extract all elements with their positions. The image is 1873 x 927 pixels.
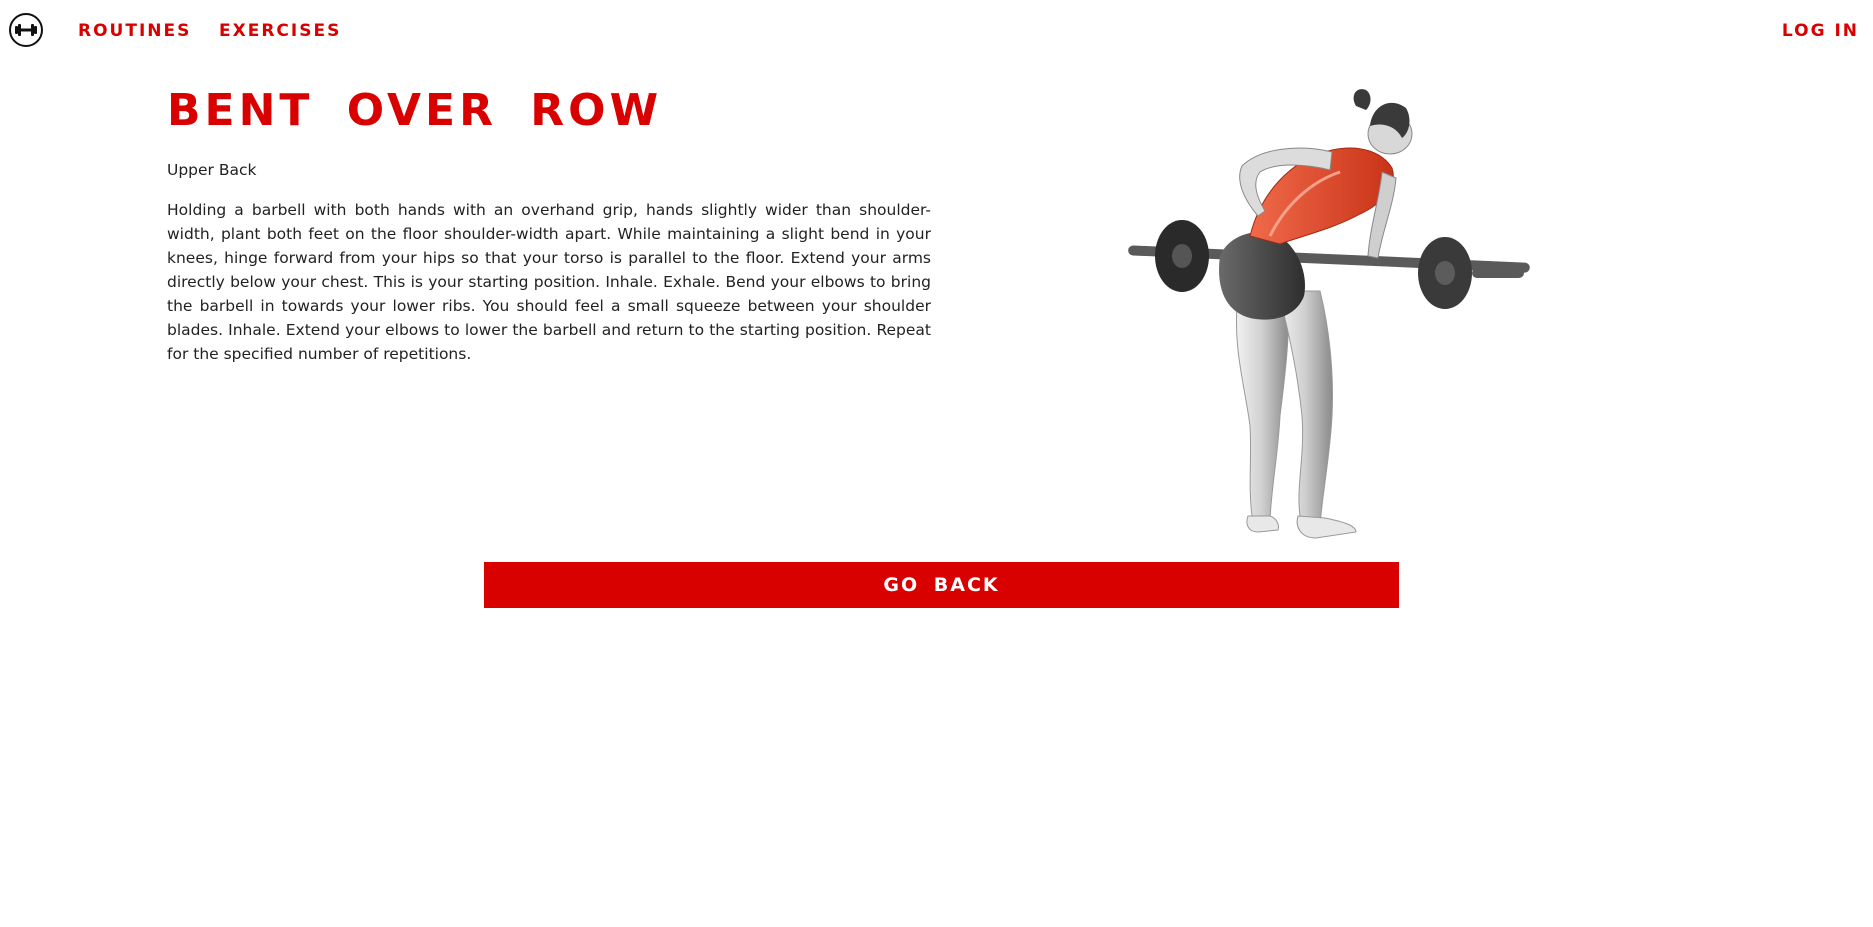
- nav-exercises-link[interactable]: EXERCISES: [219, 21, 341, 41]
- nav-routines-link[interactable]: ROUTINES: [78, 21, 191, 41]
- go-back-button[interactable]: GO BACK: [484, 562, 1399, 608]
- exercise-description: Holding a barbell with both hands with a…: [167, 201, 931, 363]
- dumbbell-icon[interactable]: [9, 13, 43, 47]
- exercise-title: BENT OVER ROW: [167, 85, 663, 136]
- muscle-group: Upper Back: [167, 161, 257, 179]
- exercise-illustration: [1120, 86, 1540, 546]
- login-link[interactable]: LOG IN: [1782, 21, 1859, 41]
- top-navbar: ROUTINES EXERCISES LOG IN: [0, 0, 1873, 62]
